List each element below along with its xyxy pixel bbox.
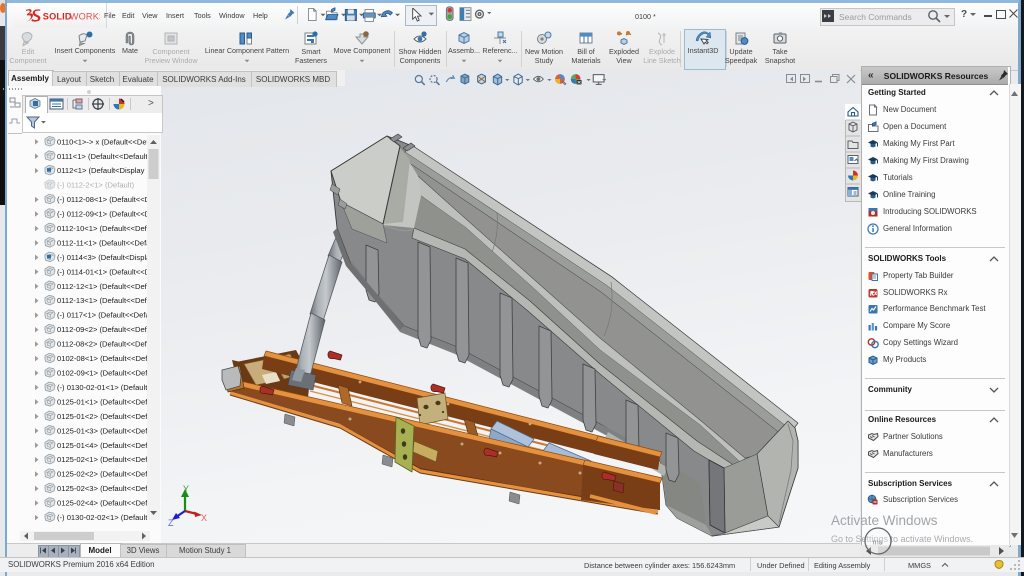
svg-text:0112-10<1> (Default<<Defa: 0112-10<1> (Default<<Defa	[57, 224, 152, 233]
svg-text:X: X	[201, 513, 207, 523]
svg-text:0125-01<1> (Default<<Defa: 0125-01<1> (Default<<Defa	[57, 397, 152, 406]
svg-text:0110<1>-> x (Default<<Def: 0110<1>-> x (Default<<Def	[57, 137, 150, 146]
svg-text:(-) 0130-02-02<1> (Default-: (-) 0130-02-02<1> (Default-	[57, 513, 150, 522]
svg-text:(-) 0114<3> (Default<Displa: (-) 0114<3> (Default<Displa	[57, 253, 151, 262]
svg-text:(-) 0114-01<1> (Default<<D: (-) 0114-01<1> (Default<<D	[57, 267, 151, 276]
svg-text:0112-09<2> (Default<<Def: 0112-09<2> (Default<<Def	[57, 325, 148, 334]
svg-text:Z: Z	[168, 518, 174, 528]
svg-text:(-) 0117<1> (Default<<Defa: (-) 0117<1> (Default<<Defa	[57, 311, 151, 320]
svg-text:0125-02<3> (Default<<Defa: 0125-02<3> (Default<<Defa	[57, 484, 152, 493]
svg-text:0112<1> (Default<Display S: 0112<1> (Default<Display S	[57, 166, 152, 175]
svg-text:0111<1> (Default<<Default: 0111<1> (Default<<Default	[57, 152, 148, 161]
svg-text:0102-08<1> (Default<<Def: 0102-08<1> (Default<<Def	[57, 354, 148, 363]
svg-text:0112-12<1> (Default<<Defa: 0112-12<1> (Default<<Defa	[57, 282, 152, 291]
svg-text:(-) 0112-2<1> (Default): (-) 0112-2<1> (Default)	[57, 181, 135, 190]
svg-text:0125-01<4> (Default<<Defa: 0125-01<4> (Default<<Defa	[57, 441, 152, 450]
svg-text:(-) 0130-02-01<1> (Default-: (-) 0130-02-01<1> (Default-	[57, 383, 150, 392]
svg-text:(-) 0112-09<1> (Default<<D: (-) 0112-09<1> (Default<<D	[57, 210, 151, 219]
svg-text:0112-08<2> (Default<<Def: 0112-08<2> (Default<<Def	[57, 340, 148, 349]
svg-text:Y: Y	[183, 484, 189, 494]
svg-text:0112-11<1> (Default<<Defa: 0112-11<1> (Default<<Defa	[57, 238, 151, 247]
svg-text:0102-09<1> (Default<<Def: 0102-09<1> (Default<<Def	[57, 369, 148, 378]
svg-text:0125-01<2> (Default<<Defa: 0125-01<2> (Default<<Defa	[57, 412, 152, 421]
svg-text:0125-01<3> (Default<<Defa: 0125-01<3> (Default<<Defa	[57, 426, 152, 435]
svg-text:0125-02<2> (Default<<Defa: 0125-02<2> (Default<<Defa	[57, 470, 152, 479]
svg-text:0112-13<1> (Default<<Defa: 0112-13<1> (Default<<Defa	[57, 296, 152, 305]
svg-text:(-) 0112-08<1> (Default<<D: (-) 0112-08<1> (Default<<D	[57, 195, 151, 204]
svg-text:ms: ms	[873, 538, 883, 547]
svg-text:0125-02<1> (Default<<Defa: 0125-02<1> (Default<<Defa	[57, 455, 152, 464]
svg-text:0125-02<4> (Default<<Defa: 0125-02<4> (Default<<Defa	[57, 499, 152, 508]
